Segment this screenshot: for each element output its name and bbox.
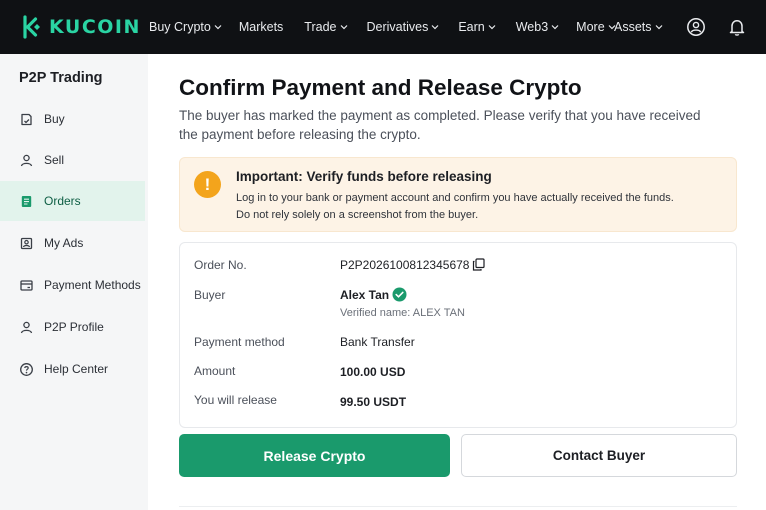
warning-alert: ! Important: Verify funds before releasi… — [179, 157, 737, 232]
kucoin-logo-icon — [23, 15, 40, 39]
nav-label: Earn — [458, 20, 485, 34]
nav-web3[interactable]: Web3 — [516, 20, 559, 34]
nav-label: More — [576, 20, 605, 34]
user-icon[interactable] — [686, 17, 706, 37]
nav-label: Trade — [304, 20, 337, 34]
chevron-down-icon — [214, 25, 222, 30]
nav-more[interactable]: More — [576, 20, 616, 34]
sidebar-item-buy[interactable]: Buy — [0, 99, 145, 139]
payment-method-label: Payment method — [194, 335, 285, 349]
sidebar-item-label: P2P Profile — [44, 320, 104, 334]
alert-text: Log in to your bank or payment account a… — [236, 190, 726, 224]
top-navbar: KUCOIN Buy Crypto Markets Trade Derivati… — [0, 0, 766, 54]
nav-derivatives[interactable]: Derivatives — [367, 20, 440, 34]
sidebar-item-payment-methods[interactable]: Payment Methods — [0, 265, 145, 305]
page-description: The buyer has marked the payment as comp… — [179, 108, 701, 142]
bell-icon[interactable] — [727, 17, 747, 37]
alert-title: Important: Verify funds before releasing — [236, 169, 492, 184]
contact-buyer-button[interactable]: Contact Buyer — [461, 434, 737, 477]
order-details-card: Order No. P2P2026100812345678 Buyer Alex… — [179, 242, 737, 428]
profile-icon — [20, 321, 33, 333]
payment-methods-icon — [20, 279, 33, 291]
sell-icon — [20, 154, 33, 166]
nav-markets[interactable]: Markets — [239, 20, 283, 34]
alert-line: Do not rely solely on a screenshot from … — [236, 209, 479, 221]
main-content: Confirm Payment and Release Crypto The b… — [148, 54, 766, 510]
verified-check-icon — [392, 287, 407, 302]
my-ads-icon — [20, 237, 33, 249]
sidebar-item-label: My Ads — [44, 236, 84, 250]
chevron-down-icon — [431, 25, 439, 30]
buyer-label: Buyer — [194, 288, 226, 302]
nav-label: Assets — [614, 20, 652, 34]
chevron-down-icon — [655, 25, 662, 30]
release-crypto-button[interactable]: Release Crypto — [179, 434, 450, 477]
sidebar-item-my-ads[interactable]: My Ads — [0, 223, 145, 263]
sidebar-item-label: Help Center — [44, 362, 109, 376]
nav-label: Markets — [238, 20, 284, 34]
chevron-down-icon — [551, 25, 559, 30]
order-no-value: P2P2026100812345678 — [340, 258, 470, 272]
sidebar-item-label: Payment Methods — [44, 278, 141, 292]
alert-line: Log in to your bank or payment account a… — [236, 192, 674, 204]
sidebar-item-label: Buy — [44, 112, 65, 126]
buyer-verified-name: Verified name: ALEX TAN — [340, 307, 465, 319]
chevron-down-icon — [340, 25, 347, 30]
sidebar-item-p2p-profile[interactable]: P2P Profile — [0, 307, 145, 347]
sidebar-item-sell[interactable]: Sell — [0, 140, 145, 180]
order-no-label: Order No. — [194, 258, 247, 272]
nav-label: Buy Crypto — [149, 20, 211, 34]
buyer-name[interactable]: Alex Tan — [340, 288, 389, 302]
release-amount: 99.50 USDT — [340, 395, 407, 409]
sidebar-item-orders[interactable]: Orders — [0, 181, 145, 221]
brand-name: KUCOIN — [49, 16, 141, 38]
copy-icon[interactable] — [472, 258, 485, 271]
sidebar: P2P Trading Buy Sell Orders My Ads Payme… — [0, 54, 148, 510]
nav-label: Web3 — [515, 20, 549, 34]
kucoin-logo[interactable]: KUCOIN — [18, 14, 141, 40]
sidebar-title: P2P Trading — [19, 70, 103, 86]
orders-icon — [21, 195, 32, 207]
release-label: You will release — [194, 393, 277, 407]
warning-icon: ! — [194, 171, 221, 198]
page-title: Confirm Payment and Release Crypto — [179, 75, 582, 100]
chevron-down-icon — [488, 25, 496, 30]
sidebar-item-label: Sell — [44, 153, 65, 167]
nav-assets[interactable]: Assets — [614, 20, 663, 34]
divider — [179, 506, 737, 507]
amount-label: Amount — [194, 364, 236, 378]
sidebar-item-label: Orders — [44, 194, 81, 208]
amount-value: 100.00 USD — [340, 365, 406, 379]
payment-method-value: Bank Transfer — [340, 335, 415, 349]
help-icon — [20, 362, 33, 376]
nav-earn[interactable]: Earn — [458, 20, 496, 34]
buy-icon — [21, 113, 32, 125]
nav-buy-crypto[interactable]: Buy Crypto — [149, 20, 222, 34]
sidebar-item-help-center[interactable]: Help Center — [0, 349, 145, 389]
assets-menu[interactable]: Assets — [614, 0, 663, 54]
nav-label: Derivatives — [366, 20, 429, 34]
main-nav: Buy Crypto Markets Trade Derivatives Ear… — [149, 0, 616, 54]
nav-trade[interactable]: Trade — [304, 20, 347, 34]
